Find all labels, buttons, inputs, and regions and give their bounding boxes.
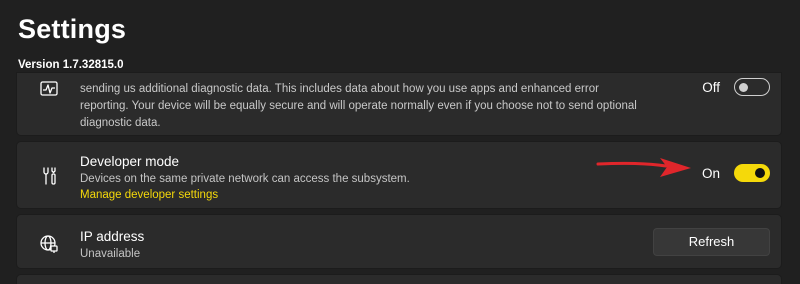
developer-mode-title: Developer mode bbox=[80, 154, 180, 169]
manage-developer-settings-link[interactable]: Manage developer settings bbox=[80, 187, 410, 203]
toggle-knob bbox=[739, 82, 748, 92]
diagnostic-toggle-label: Off bbox=[702, 79, 720, 95]
next-setting-card bbox=[16, 274, 782, 284]
tools-icon bbox=[39, 166, 59, 186]
refresh-button[interactable]: Refresh bbox=[653, 228, 770, 256]
developer-mode-toggle[interactable] bbox=[734, 164, 770, 182]
ip-address-title: IP address bbox=[80, 229, 145, 244]
developer-mode-toggle-label: On bbox=[701, 165, 720, 181]
version-label: Version 1.7.32815.0 bbox=[18, 59, 124, 71]
ip-address-card: IP address Unavailable Refresh bbox=[16, 214, 782, 269]
toggle-knob bbox=[755, 168, 765, 178]
globe-network-icon bbox=[39, 234, 59, 254]
annotation-arrow bbox=[596, 158, 691, 177]
diagnostics-chart-icon bbox=[39, 79, 59, 99]
developer-mode-subtitle: Devices on the same private network can … bbox=[80, 173, 410, 185]
ip-address-value: Unavailable bbox=[80, 248, 141, 260]
diagnostic-data-card: sending us additional diagnostic data. T… bbox=[16, 72, 782, 136]
page-title: Settings bbox=[18, 14, 127, 44]
diagnostic-description: sending us additional diagnostic data. T… bbox=[80, 83, 637, 129]
settings-page: Settings Version 1.7.32815.0 sending us … bbox=[0, 0, 800, 284]
diagnostic-data-toggle[interactable] bbox=[734, 78, 770, 96]
